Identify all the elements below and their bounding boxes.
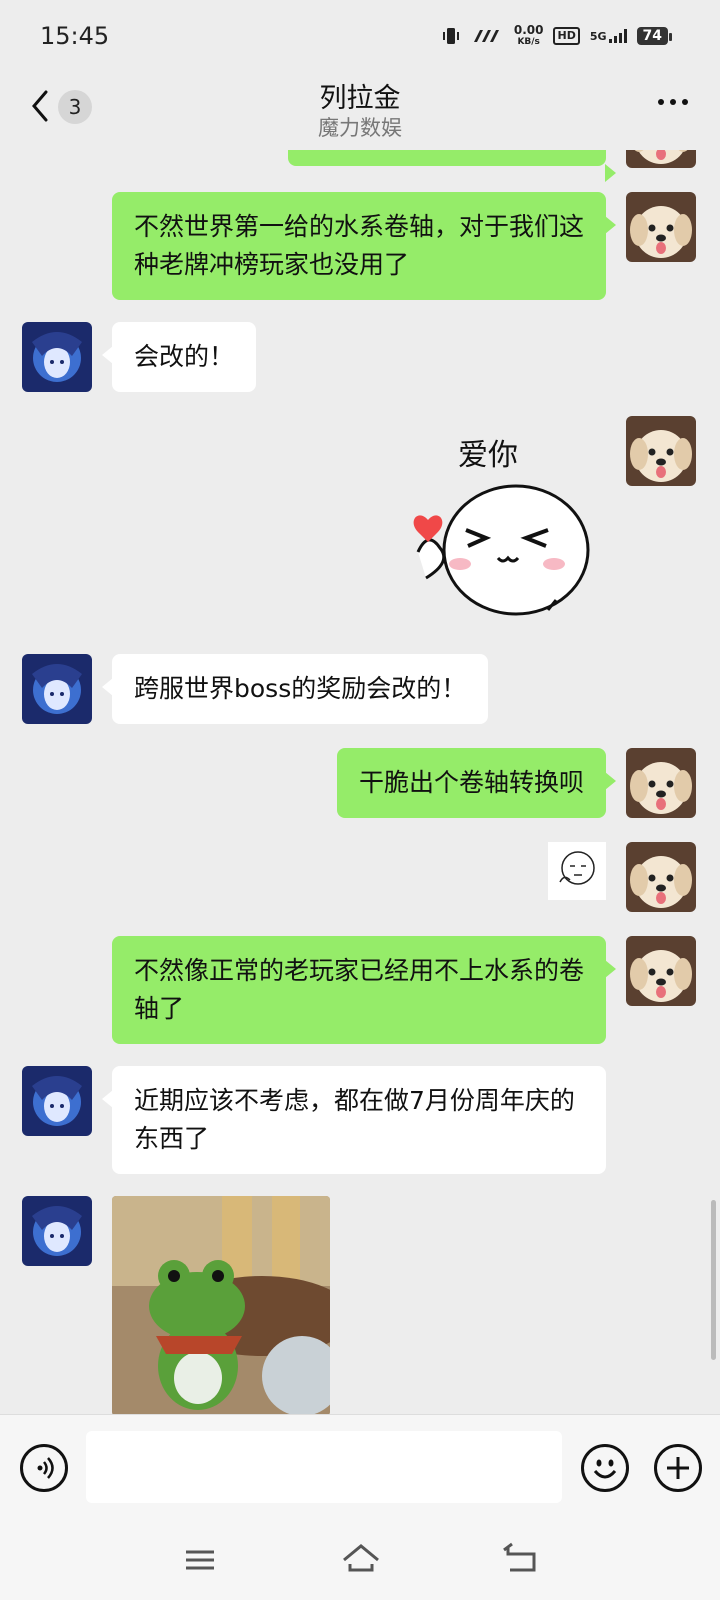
status-icons: 0.00 KB/s HD 5G 74 <box>440 24 673 48</box>
more-button[interactable] <box>656 86 690 124</box>
menu-button[interactable] <box>180 1540 220 1580</box>
contact-avatar[interactable] <box>22 1066 92 1136</box>
dog-avatar-icon <box>626 192 696 262</box>
home-icon <box>343 1544 379 1572</box>
anime-avatar-icon <box>22 1196 92 1266</box>
dog-avatar-icon <box>626 150 696 168</box>
emoji-button[interactable] <box>581 1444 629 1492</box>
input-bar <box>0 1414 720 1520</box>
vibrate-icon <box>442 28 459 44</box>
anime-avatar-icon <box>22 1066 92 1136</box>
message-input[interactable] <box>86 1431 562 1503</box>
dog-avatar-icon <box>626 842 696 912</box>
signal-strength-icon <box>473 30 499 42</box>
chat-title: 列拉金 <box>319 83 401 114</box>
frog-plush-image <box>112 1196 330 1414</box>
system-nav-bar <box>0 1520 720 1600</box>
message-list[interactable]: 不然世界第一给的水系卷轴，对于我们这种老牌冲榜玩家也没用了 会改的！ 爱你 跨服… <box>0 150 720 1414</box>
scrollbar[interactable] <box>711 1200 716 1360</box>
message-bubble[interactable]: 不然像正常的老玩家已经用不上水系的卷轴了 <box>112 936 616 1044</box>
net-speed-unit: KB/s <box>517 37 540 47</box>
contact-avatar[interactable] <box>22 1196 92 1266</box>
emoji-icon <box>593 1459 617 1479</box>
anime-avatar-icon <box>22 322 92 392</box>
message-bubble[interactable]: 干脆出个卷轴转换呗 <box>336 748 617 818</box>
my-avatar[interactable] <box>626 192 696 262</box>
more-icon <box>658 99 688 105</box>
status-time: 15:45 <box>40 22 110 50</box>
message-bubble[interactable]: 不然世界第一给的水系卷轴，对于我们这种老牌冲榜玩家也没用了 <box>112 192 616 300</box>
home-button[interactable] <box>340 1538 382 1580</box>
contact-avatar[interactable] <box>22 654 92 724</box>
message-bubble[interactable]: 会改的！ <box>101 322 257 392</box>
hd-badge: HD <box>553 27 580 45</box>
plus-button[interactable] <box>654 1444 702 1492</box>
network-type: 5G <box>590 29 627 43</box>
plus-icon <box>667 1457 689 1479</box>
back-icon <box>503 1542 536 1572</box>
thinking-face-sticker <box>559 851 595 885</box>
net-speed-value: 0.00 <box>513 23 544 37</box>
sticker-message[interactable]: 爱你 <box>398 422 596 618</box>
net-speed: 0.00 KB/s <box>514 24 544 48</box>
my-avatar[interactable] <box>626 748 696 818</box>
message-bubble[interactable]: 近期应该不考虑，都在做7月份周年庆的东西了 <box>102 1066 606 1174</box>
message-bubble[interactable]: 跨服世界boss的奖励会改的！ <box>101 654 489 724</box>
my-avatar[interactable] <box>626 842 696 912</box>
dog-avatar-icon <box>626 936 696 1006</box>
dog-avatar-icon <box>626 416 696 486</box>
image-message[interactable] <box>112 1196 330 1414</box>
back-nav-button[interactable] <box>500 1538 542 1580</box>
love-you-sticker <box>413 484 590 616</box>
chat-header: 3 列拉金 魔力数娱 <box>0 72 720 150</box>
menu-icon <box>186 1550 214 1570</box>
sticker-message[interactable] <box>548 842 606 900</box>
chat-subtitle: 魔力数娱 <box>318 116 402 140</box>
message-bubble-cutoff[interactable] <box>288 150 616 182</box>
cell-signal-icon <box>608 29 627 43</box>
contact-avatar[interactable] <box>22 322 92 392</box>
my-avatar[interactable] <box>626 150 696 168</box>
my-avatar[interactable] <box>626 416 696 486</box>
dog-avatar-icon <box>626 748 696 818</box>
anime-avatar-icon <box>22 654 92 724</box>
my-avatar[interactable] <box>626 936 696 1006</box>
battery-icon: 74 <box>636 27 673 45</box>
voice-button[interactable] <box>20 1444 68 1492</box>
status-bar: 15:45 0.00 KB/s HD 5G 74 <box>0 0 720 72</box>
voice-icon <box>37 1457 54 1479</box>
